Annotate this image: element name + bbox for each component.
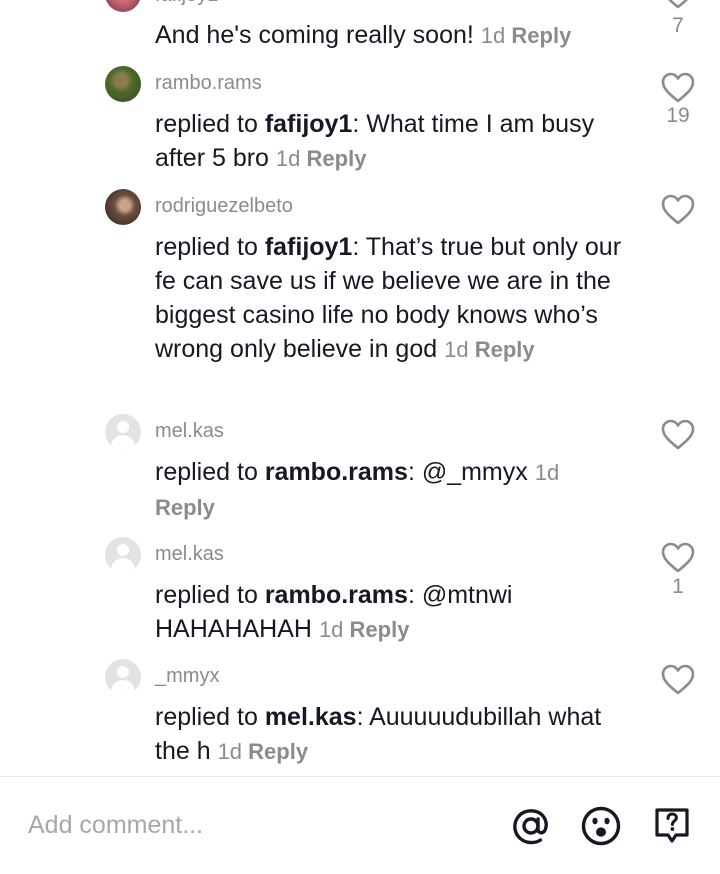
emoji-icon[interactable] (580, 805, 622, 847)
heart-icon (661, 664, 695, 695)
reply-text: : @_mmyx (407, 458, 528, 486)
heart-icon (661, 419, 695, 450)
like-button[interactable] (661, 72, 695, 104)
reply-username[interactable]: rambo.rams (155, 72, 262, 95)
avatar[interactable] (105, 537, 141, 573)
reply-body: replied to rambo.rams: @mtnwi HAHAHAHAH … (155, 578, 585, 647)
reply-username[interactable]: mel.kas (155, 543, 224, 566)
reply-button[interactable]: Reply (155, 495, 215, 520)
reply-meta: 1d Reply (319, 617, 410, 642)
reply-body: replied to fafijoy1: What time I am busy… (155, 107, 645, 176)
reply-body: replied to fafijoy1: That’s true but onl… (155, 230, 640, 367)
reply-body: replied to mel.kas: Auuuuudubillah what … (155, 700, 615, 769)
heart-icon (661, 194, 695, 225)
reply-time: 1d (275, 146, 301, 171)
replied-to-user[interactable]: fafijoy1 (265, 233, 353, 261)
like-button[interactable] (661, 664, 695, 696)
reply-username[interactable]: mel.kas (155, 420, 224, 443)
reply-body: replied to rambo.rams: @_mmyx 1d Reply (155, 455, 585, 525)
reply-button[interactable]: Reply (248, 739, 308, 764)
heart-icon (667, 0, 689, 9)
like-count: 19 (666, 104, 690, 127)
reply-button[interactable]: Reply (307, 146, 367, 171)
avatar[interactable] (105, 0, 141, 12)
replied-to-user[interactable]: mel.kas (265, 703, 357, 731)
replied-prefix: replied to (155, 458, 258, 486)
heart-icon (661, 542, 695, 573)
comment-time: 1d (480, 23, 506, 48)
reply-username[interactable]: _mmyx (155, 665, 219, 688)
reply-time: 1d (318, 617, 344, 642)
replied-prefix: replied to (155, 703, 258, 731)
replied-to-user[interactable]: fafijoy1 (265, 110, 353, 138)
like-button[interactable] (661, 0, 695, 10)
reply-time: 1d (444, 337, 469, 362)
replied-prefix: replied to (155, 581, 258, 609)
like-button[interactable] (661, 419, 695, 451)
avatar[interactable] (105, 414, 141, 450)
reply-meta: 1d Reply (276, 146, 367, 171)
replied-to-user[interactable]: rambo.rams (265, 458, 408, 486)
avatar[interactable] (105, 659, 141, 695)
add-comment-input[interactable]: Add comment... (28, 811, 203, 840)
reply-time: 1d (534, 460, 560, 485)
like-button[interactable] (661, 194, 695, 226)
reply-username[interactable]: rodriguezelbeto (155, 195, 293, 218)
comment-body: And he's coming really soon! 1d Reply (155, 18, 645, 53)
like-button[interactable] (661, 542, 695, 574)
reply-button[interactable]: Reply (511, 23, 571, 48)
reply-meta: 1d Reply (444, 337, 535, 362)
replied-prefix: replied to (155, 233, 258, 261)
like-count: 1 (672, 575, 684, 598)
avatar[interactable] (105, 66, 141, 102)
reply-button[interactable]: Reply (475, 337, 535, 362)
reply-meta: 1d Reply (218, 739, 309, 764)
reply-button[interactable]: Reply (350, 617, 410, 642)
comment-composer: Add comment... (0, 777, 720, 874)
like-count: 7 (672, 14, 684, 37)
question-sticker-icon[interactable] (651, 805, 693, 847)
reply-time: 1d (217, 739, 243, 764)
at-mention-icon[interactable] (510, 805, 552, 847)
replied-to-user[interactable]: rambo.rams (265, 581, 408, 609)
heart-icon (661, 72, 695, 103)
comment-text: And he's coming really soon! (155, 21, 474, 49)
avatar[interactable] (105, 189, 141, 225)
replied-prefix: replied to (155, 110, 258, 138)
comment-meta: 1d Reply (481, 23, 572, 48)
comment-username[interactable]: fafijoy1 (155, 0, 218, 7)
